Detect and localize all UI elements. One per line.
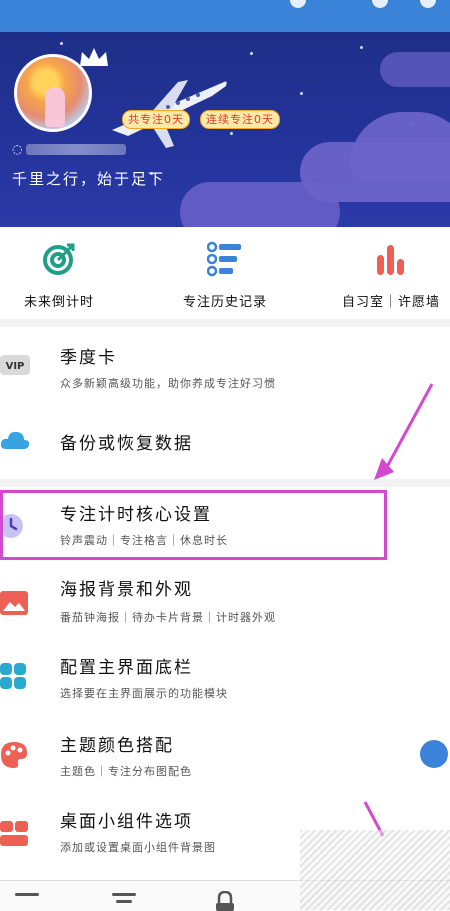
row-subtitle: 选择要在主界面展示的功能模块 — [60, 687, 228, 700]
list-icon — [207, 241, 241, 277]
status-icon — [290, 0, 306, 8]
row-subtitle: 主题色｜专注分布图配色 — [60, 765, 192, 778]
row-title: 季度卡 — [60, 348, 117, 368]
user-name: ◌ — [12, 142, 132, 156]
profile-header: 共专注0天 连续专注0天 ◌ 千里之行，始于足下 — [0, 32, 450, 227]
home-tab-icon[interactable] — [15, 891, 43, 911]
floating-button[interactable] — [420, 740, 448, 768]
row-title: 备份或恢复数据 — [60, 434, 193, 454]
streak-days-badge: 连续专注0天 — [200, 110, 280, 129]
row-subtitle: 番茄钟海报｜待办卡片背景｜计时器外观 — [60, 611, 276, 624]
target-arrow-icon — [43, 243, 75, 275]
quick-action-history[interactable]: 专注历史记录 — [165, 227, 285, 319]
image-icon — [0, 591, 28, 615]
watermark — [300, 830, 450, 910]
row-subtitle: 添加或设置桌面小组件背景图 — [60, 841, 216, 854]
quick-action-label: 未来倒计时 — [23, 295, 94, 310]
status-icon — [420, 0, 436, 8]
crown-icon — [80, 48, 108, 66]
total-focus-days-badge: 共专注0天 — [122, 110, 190, 129]
quick-actions: 未来倒计时 专注历史记录 自习室｜许愿墙 — [0, 227, 450, 319]
grid-icon — [0, 663, 26, 689]
row-title: 桌面小组件选项 — [60, 812, 193, 832]
svg-text:VIP: VIP — [6, 361, 25, 372]
widget-icon — [0, 821, 28, 846]
airplane-illustration — [112, 80, 227, 148]
quick-action-label: 专注历史记录 — [182, 295, 267, 310]
settings-item-bottom-bar[interactable]: 配置主界面底栏 选择要在主界面展示的功能模块 — [0, 645, 450, 721]
row-title: 配置主界面底栏 — [60, 658, 193, 678]
menu-tab-icon[interactable] — [112, 891, 140, 911]
quick-action-study-room[interactable]: 自习室｜许愿墙 — [332, 227, 450, 319]
row-title: 主题颜色搭配 — [60, 736, 174, 756]
status-bar — [0, 0, 450, 32]
settings-item-poster-appearance[interactable]: 海报背景和外观 番茄钟海报｜待办卡片背景｜计时器外观 — [0, 567, 450, 643]
cloud-icon — [0, 431, 30, 449]
lock-tab-icon[interactable] — [213, 891, 237, 911]
quick-action-label: 自习室｜许愿墙 — [341, 295, 440, 310]
quick-action-countdown[interactable]: 未来倒计时 — [0, 227, 118, 319]
status-icon — [372, 0, 388, 8]
settings-item-theme-colors[interactable]: 主题颜色搭配 主题色｜专注分布图配色 — [0, 723, 450, 799]
row-subtitle: 众多新颖高级功能，助你养成专注好习惯 — [60, 377, 276, 390]
palette-icon — [1, 742, 27, 768]
bar-chart-icon — [377, 245, 404, 275]
vip-icon: VIP — [0, 355, 30, 375]
row-title: 海报背景和外观 — [60, 580, 193, 600]
annotation-arrow — [374, 383, 434, 480]
motto: 千里之行，始于足下 — [12, 170, 166, 188]
highlight-box — [0, 490, 387, 560]
